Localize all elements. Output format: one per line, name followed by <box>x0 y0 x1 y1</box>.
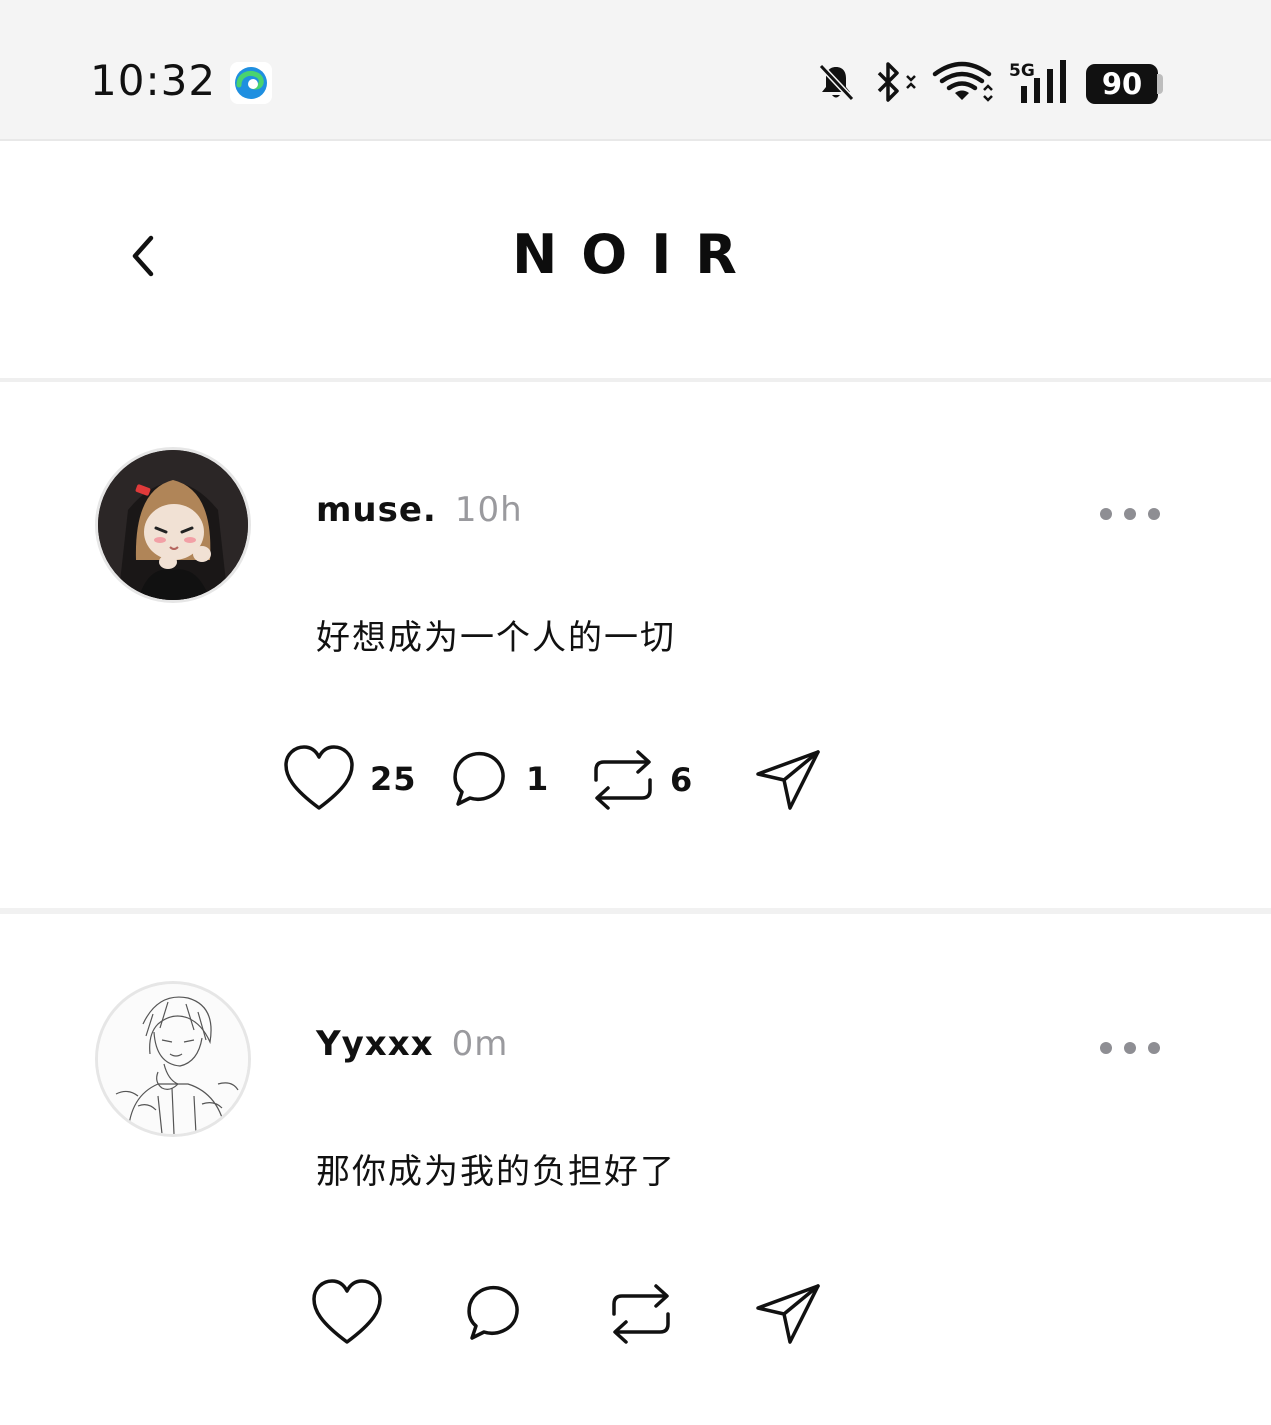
app-title: NOIR <box>512 223 761 286</box>
post-card: muse. 10h 好想成为一个人的一切 25 1 6 <box>0 384 1271 914</box>
battery-cap <box>1157 74 1163 94</box>
comment-icon <box>453 751 505 806</box>
post-content: 好想成为一个人的一切 <box>316 618 676 658</box>
like-button[interactable] <box>310 1278 384 1348</box>
repost-button[interactable] <box>608 1278 674 1350</box>
repost-icon <box>594 750 652 810</box>
comment-icon <box>467 1285 519 1340</box>
post-meta: Yyxxx 0m <box>316 1024 508 1064</box>
bluetooth-icon <box>870 58 918 106</box>
share-button[interactable] <box>754 746 824 814</box>
bell-muted-icon <box>814 58 858 106</box>
comment-button[interactable] <box>462 1282 526 1344</box>
app-header: NOIR <box>0 143 1271 382</box>
doll-avatar-image <box>98 450 248 600</box>
comment-button[interactable]: 1 <box>448 748 549 810</box>
avatar[interactable] <box>95 447 251 603</box>
repost-count: 6 <box>670 761 694 799</box>
share-button[interactable] <box>754 1280 824 1348</box>
send-icon <box>756 1284 820 1344</box>
username[interactable]: muse. <box>316 490 437 530</box>
network-type-label: 5G <box>1009 61 1035 81</box>
avatar[interactable] <box>95 981 251 1137</box>
heart-icon <box>312 1279 382 1344</box>
battery-indicator: 90 <box>1086 64 1158 104</box>
more-dot <box>1148 508 1160 520</box>
heart-icon <box>284 745 354 810</box>
send-icon <box>756 750 820 810</box>
more-horizontal-icon <box>1100 508 1112 520</box>
status-bar: 10:32 5G 90 <box>0 0 1271 141</box>
post-meta: muse. 10h <box>316 490 523 530</box>
edge-browser-icon <box>230 62 272 104</box>
post-actions: 25 1 6 <box>0 744 1271 824</box>
post-actions <box>0 1278 1271 1358</box>
cellular-signal-icon: 5G <box>1008 58 1070 106</box>
post-card: Yyxxx 0m 那你成为我的负担好了 <box>0 918 1271 1425</box>
more-horizontal-icon <box>1100 1042 1112 1054</box>
more-dot <box>1148 1042 1160 1054</box>
username[interactable]: Yyxxx <box>316 1024 434 1064</box>
like-count: 25 <box>370 760 417 798</box>
repost-button[interactable]: 6 <box>590 744 693 816</box>
comment-count: 1 <box>526 760 550 798</box>
post-timestamp: 0m <box>451 1024 509 1064</box>
sketch-avatar-image <box>98 984 248 1134</box>
more-options-button[interactable] <box>1100 502 1160 526</box>
more-options-button[interactable] <box>1100 1036 1160 1060</box>
more-dot <box>1124 1042 1136 1054</box>
post-timestamp: 10h <box>454 490 523 530</box>
status-time: 10:32 <box>90 56 217 105</box>
more-dot <box>1124 508 1136 520</box>
wifi-icon <box>932 58 994 106</box>
post-content: 那你成为我的负担好了 <box>316 1152 676 1192</box>
like-button[interactable]: 25 <box>282 744 417 814</box>
repost-icon <box>612 1284 670 1344</box>
